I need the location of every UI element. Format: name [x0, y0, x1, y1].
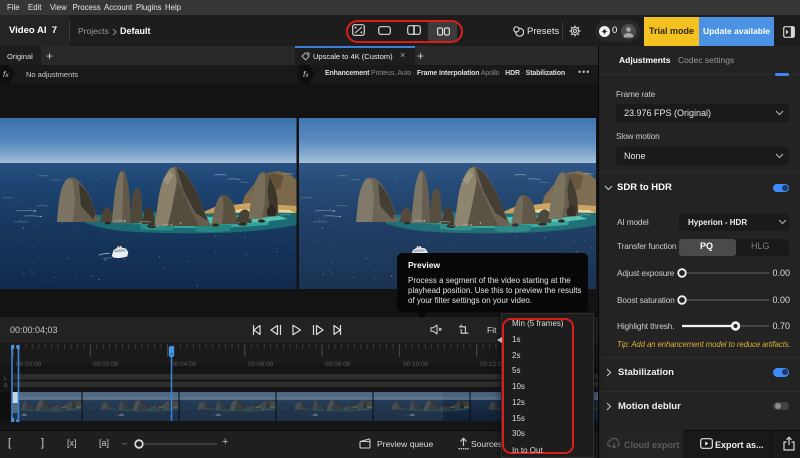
svg-text:00:04:00: 00:04:00	[171, 361, 197, 368]
svg-text:00:08:00: 00:08:00	[325, 361, 351, 368]
svg-text:00:02:00: 00:02:00	[93, 361, 119, 368]
svg-text:L: L	[4, 376, 7, 382]
svg-text:00:06:00: 00:06:00	[248, 361, 274, 368]
svg-text:R: R	[4, 384, 8, 390]
svg-text:00:10:00: 00:10:00	[403, 361, 429, 368]
svg-text:00:00:00: 00:00:00	[16, 361, 42, 368]
